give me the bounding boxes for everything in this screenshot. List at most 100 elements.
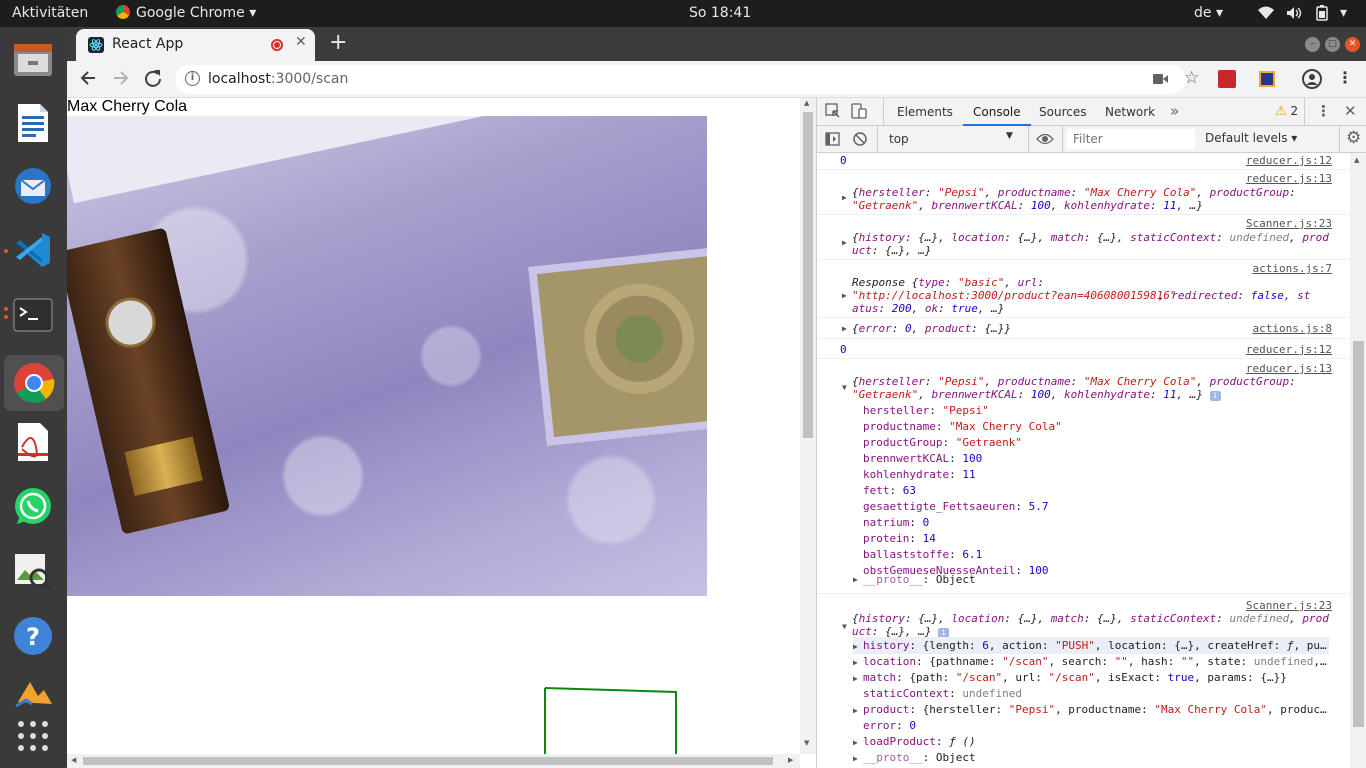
object-property-row: productname: "Max Cherry Cola"	[863, 420, 1062, 433]
devtools-menu-icon[interactable]: ⋮	[1316, 102, 1331, 120]
info-icon[interactable]: i	[185, 71, 200, 86]
devtools-tabbar: Elements Console Sources Network » ⚠ 2 ⋮…	[817, 98, 1366, 126]
bookmark-star-icon[interactable]: ☆	[1184, 68, 1199, 88]
expand-triangle-icon[interactable]: ▶	[842, 324, 847, 333]
activities-button[interactable]: Aktivitäten	[12, 5, 88, 21]
expand-triangle-icon[interactable]: ▶	[842, 238, 847, 247]
files-icon[interactable]	[10, 36, 56, 82]
extension-2-icon[interactable]	[1259, 71, 1275, 87]
collapse-triangle-icon[interactable]: ▼	[842, 383, 847, 392]
expand-triangle-icon[interactable]: ▶	[842, 291, 847, 300]
chrome-menu-icon[interactable]: ⋮	[1337, 68, 1353, 87]
sidebar-toggle-icon[interactable]	[825, 131, 841, 147]
horizontal-scrollbar[interactable]: ◀ ▶	[67, 754, 800, 768]
close-window-button[interactable]: ✕	[1345, 37, 1360, 52]
language-indicator[interactable]: de ▾	[1194, 5, 1223, 21]
property-value: 5.7	[1028, 500, 1049, 513]
minimize-window-button[interactable]: –	[1305, 37, 1320, 52]
chrome-icon[interactable]	[4, 355, 64, 411]
forward-button[interactable]	[112, 69, 130, 87]
tab-console[interactable]: Console	[963, 98, 1031, 126]
source-link[interactable]: reducer.js:13	[1246, 362, 1332, 375]
expand-triangle-icon[interactable]: ▶	[853, 738, 858, 747]
console-message: ▶ {error: 0, product: {…}} actions.js:8	[817, 319, 1350, 339]
tab-react-app[interactable]: React App ✕	[76, 29, 315, 61]
apps-grid-icon[interactable]	[10, 713, 56, 759]
source-link[interactable]: actions.js:8	[1253, 322, 1332, 335]
profile-avatar-icon[interactable]	[1302, 69, 1322, 89]
whatsapp-icon[interactable]	[10, 484, 56, 530]
pdf-icon[interactable]	[10, 419, 56, 465]
expand-triangle-icon[interactable]: ▶	[853, 642, 858, 651]
thunderbird-icon[interactable]	[10, 163, 56, 209]
address-bar[interactable]: i localhost:3000/scan ☆	[175, 65, 1199, 94]
console-scrollbar[interactable]: ▲	[1350, 153, 1366, 768]
vertical-scrollbar[interactable]: ▲ ▼	[800, 98, 816, 754]
terminal-icon[interactable]	[10, 292, 56, 338]
tab-title: React App	[112, 36, 184, 52]
devtools-panel: Elements Console Sources Network » ⚠ 2 ⋮…	[816, 98, 1366, 768]
device-toolbar-icon[interactable]	[851, 103, 867, 119]
property-key: ballaststoffe	[863, 548, 950, 561]
expand-triangle-icon[interactable]: ▶	[853, 575, 858, 584]
property-value: 0	[922, 516, 930, 529]
console-message-expanded: Scanner.js:23 ▼ {history: {…}, location:…	[817, 595, 1350, 768]
inspect-element-icon[interactable]	[825, 103, 841, 119]
wifi-icon[interactable]	[1258, 6, 1274, 20]
source-link[interactable]: reducer.js:12	[1246, 343, 1332, 356]
help-icon[interactable]: ?	[10, 613, 56, 659]
recording-indicator-icon	[271, 39, 283, 51]
tab-sources[interactable]: Sources	[1039, 105, 1086, 119]
object-property-row: brennwertKCAL: 100	[863, 452, 983, 465]
barcode-scan-box	[544, 687, 677, 768]
system-menu-chevron-icon[interactable]: ▾	[1340, 5, 1347, 21]
clear-console-icon[interactable]	[852, 131, 868, 147]
expand-triangle-icon[interactable]: ▶	[853, 754, 858, 763]
live-expression-eye-icon[interactable]	[1036, 132, 1054, 146]
object-property-row: fett: 63	[863, 484, 916, 497]
source-link[interactable]: reducer.js:12	[1246, 154, 1332, 167]
close-devtools-icon[interactable]: ✕	[1344, 102, 1357, 120]
battery-icon[interactable]	[1315, 5, 1329, 21]
camera-video-feed[interactable]	[67, 116, 707, 596]
vscode-icon[interactable]	[10, 227, 56, 273]
volume-icon[interactable]	[1286, 6, 1302, 20]
software-icon[interactable]	[10, 670, 56, 716]
expand-triangle-icon[interactable]: ▶	[853, 706, 858, 715]
collapse-triangle-icon[interactable]: ▼	[842, 622, 847, 631]
tab-elements[interactable]: Elements	[897, 105, 953, 119]
reload-button[interactable]	[144, 69, 162, 87]
console-filter-input[interactable]	[1067, 129, 1195, 149]
property-key: brennwertKCAL	[863, 452, 950, 465]
expand-triangle-icon[interactable]: ▶	[842, 193, 847, 202]
system-top-bar: Aktivitäten Google Chrome ▾ So 18:41 de …	[0, 0, 1366, 27]
source-link[interactable]: reducer.js:13	[1246, 172, 1332, 185]
url-text[interactable]: localhost:3000/scan	[208, 71, 348, 87]
product-title: Max Cherry Cola	[67, 98, 188, 115]
maximize-window-button[interactable]: □	[1325, 37, 1340, 52]
source-link[interactable]: Scanner.js:23	[1246, 217, 1332, 230]
console-settings-gear-icon[interactable]: ⚙	[1346, 128, 1361, 148]
image-viewer-icon[interactable]	[10, 548, 56, 594]
camera-in-use-icon[interactable]	[1153, 73, 1169, 85]
tab-close-icon[interactable]: ✕	[295, 34, 307, 50]
property-value: "Getraenk"	[955, 436, 1022, 449]
extension-icon[interactable]	[1218, 70, 1236, 88]
tab-network[interactable]: Network	[1105, 105, 1155, 119]
more-tabs-icon[interactable]: »	[1170, 102, 1179, 120]
expand-triangle-icon[interactable]: ▶	[853, 658, 858, 667]
dropdown-arrow-icon: ▼	[1006, 131, 1013, 141]
source-link[interactable]: actions.js:7	[1253, 262, 1332, 275]
back-button[interactable]	[79, 69, 97, 87]
source-link[interactable]: Scanner.js:23	[1246, 599, 1332, 612]
context-selector[interactable]: top ▼	[881, 128, 1019, 150]
writer-icon[interactable]	[10, 100, 56, 146]
new-tab-button[interactable]: +	[329, 30, 347, 55]
clock[interactable]: So 18:41	[689, 5, 751, 21]
app-menu[interactable]: Google Chrome ▾	[116, 5, 256, 21]
property-value: 100	[1028, 564, 1049, 577]
log-levels-dropdown[interactable]: Default levels ▾	[1205, 131, 1297, 145]
warnings-badge[interactable]: ⚠ 2	[1275, 104, 1298, 119]
expand-triangle-icon[interactable]: ▶	[853, 674, 858, 683]
info-badge-icon[interactable]: i	[1209, 391, 1221, 401]
